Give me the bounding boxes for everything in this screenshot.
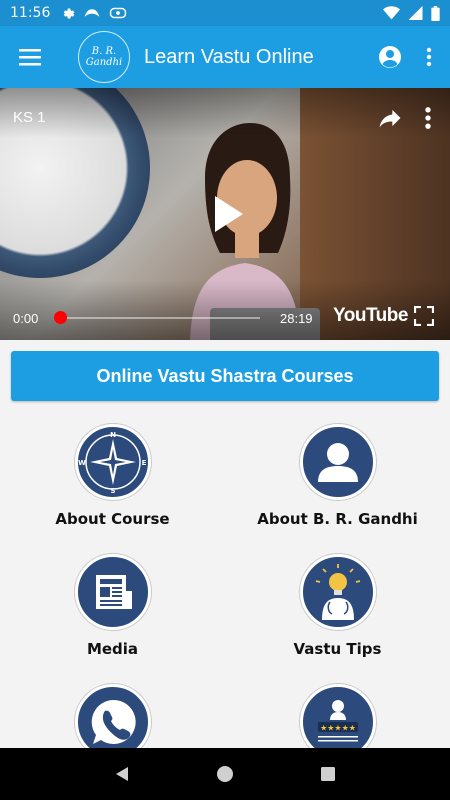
video-player[interactable]: KS 1 0:00 28:19 YouTube [0,88,450,340]
svg-text:N: N [110,431,116,439]
system-navigation-bar [0,748,450,800]
notification-app-icon [84,9,100,17]
app-title: Learn Vastu Online [144,45,314,68]
tile-label-about-course: About Course [55,510,170,528]
tile-contact[interactable] [0,684,225,748]
compass-icon: N S W E [78,431,146,495]
tile-icon-circle [299,554,376,630]
tile-icon-circle [74,684,151,748]
status-bar: 11:56 [0,0,450,26]
logo-text: B. R. Gandhi [85,46,123,68]
vastu-courses-button[interactable]: Online Vastu Shastra Courses [11,351,439,401]
tile-label-media: Media [86,640,139,658]
idea-bulb-icon [315,564,360,620]
tile-icon-circle [299,424,376,500]
settings-icon [64,8,75,18]
tile-vastu-tips[interactable]: Vastu Tips [225,554,450,658]
play-icon[interactable] [205,192,249,236]
more-vertical-icon [426,47,432,67]
notification-app-icon-2 [110,7,127,19]
home-icon[interactable] [216,765,234,783]
svg-text:S: S [110,487,115,495]
tile-testimonials[interactable]: ★★★★★ [225,684,450,748]
video-current-time: 0:00 [13,311,39,326]
share-icon[interactable] [376,104,404,132]
battery-icon [431,5,440,21]
youtube-logo[interactable]: YouTube [333,305,408,327]
video-seek-bar[interactable] [58,317,260,319]
menu-button[interactable] [0,26,60,88]
tile-label-vastu-tips: Vastu Tips [293,640,382,658]
video-title[interactable]: KS 1 [13,109,46,126]
tile-label-about-gandhi: About B. R. Gandhi [257,510,418,528]
person-icon [317,443,358,482]
tile-about-br-gandhi[interactable]: About B. R. Gandhi [225,424,450,528]
hamburger-menu-icon [19,49,41,66]
tile-icon-circle [74,554,151,630]
overflow-menu-button[interactable] [412,35,446,79]
tile-icon-circle: N S W E [74,424,151,500]
cellular-signal-icon [408,6,423,20]
status-time: 11:56 [10,5,51,21]
wifi-icon [383,6,400,20]
account-button[interactable] [368,35,412,79]
video-seek-handle[interactable] [54,311,67,324]
svg-text:E: E [141,459,146,467]
fullscreen-icon[interactable] [414,306,434,326]
main-content: Online Vastu Shastra Courses N S W E Abo… [0,340,450,748]
svg-text:W: W [78,459,86,467]
svg-text:★★★★★: ★★★★★ [320,724,356,733]
recents-icon[interactable] [319,765,337,783]
newspaper-icon [95,575,132,609]
app-logo: B. R. Gandhi [78,31,130,83]
video-more-icon[interactable] [418,104,438,132]
rating-icon: ★★★★★ [317,700,358,742]
video-duration: 28:19 [280,311,313,326]
phone-icon [91,699,136,744]
back-icon[interactable] [113,765,131,783]
app-bar: B. R. Gandhi Learn Vastu Online [0,26,450,88]
tile-about-course[interactable]: N S W E About Course [0,424,225,528]
tile-icon-circle: ★★★★★ [299,684,376,748]
tile-media[interactable]: Media [0,554,225,658]
account-circle-icon [379,46,401,68]
